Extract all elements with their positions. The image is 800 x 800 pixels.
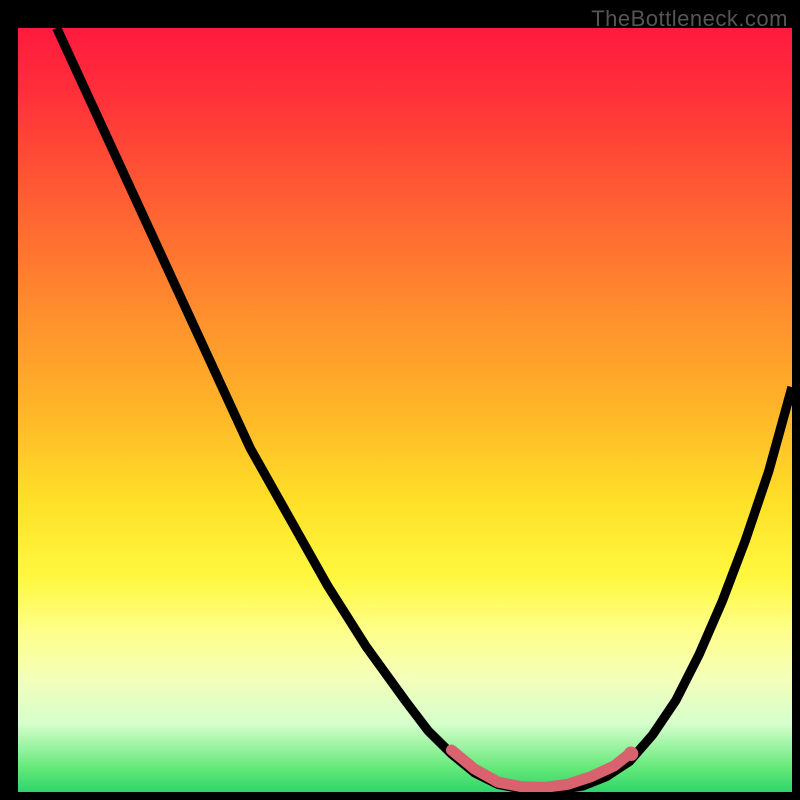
highlight-end-dot xyxy=(624,747,639,762)
bottleneck-curve xyxy=(57,28,792,790)
watermark-text: TheBottleneck.com xyxy=(591,6,788,32)
plot-area xyxy=(18,28,792,792)
chart-svg xyxy=(18,28,792,792)
